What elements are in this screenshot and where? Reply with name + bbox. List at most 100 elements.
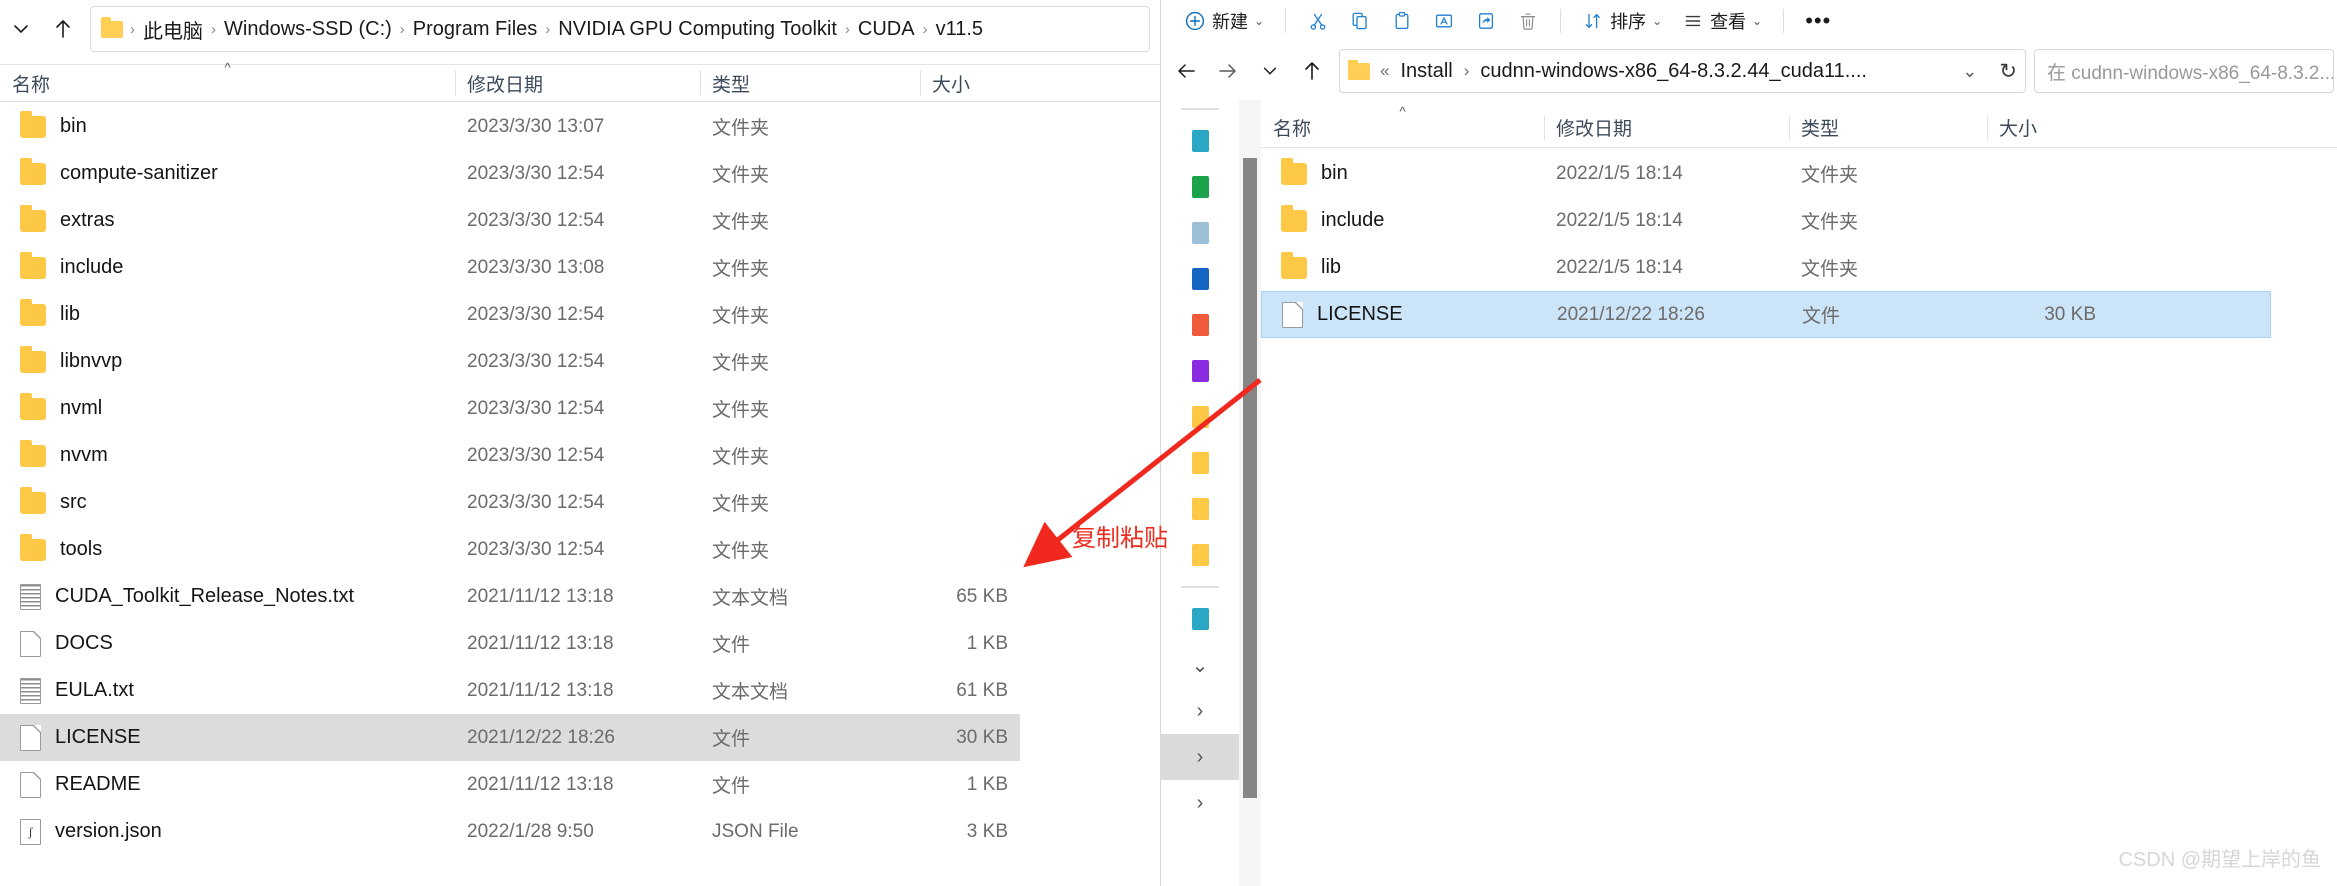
sidebar-expander-icon[interactable]: ›: [1161, 688, 1239, 734]
quick-access-item[interactable]: [1161, 118, 1239, 164]
column-header-date[interactable]: 修改日期: [1544, 108, 1789, 148]
document-item[interactable]: [1161, 210, 1239, 256]
table-row[interactable]: EULA.txt 2021/11/12 13:18 文本文档 61 KB: [0, 667, 1020, 714]
right-address-bar[interactable]: « Install › cudnn-windows-x86_64-8.3.2.4…: [1339, 49, 2026, 93]
forward-icon[interactable]: [1207, 50, 1249, 92]
orange-item[interactable]: [1161, 302, 1239, 348]
left-file-list: bin 2023/3/30 13:07 文件夹 compute-sanitizer 20…: [0, 103, 1160, 855]
folder-item-1[interactable]: [1161, 394, 1239, 440]
file-type-cell: 文件夹: [712, 541, 770, 562]
breadcrumb-item-this-pc[interactable]: 此电脑: [138, 15, 208, 44]
this-pc-item[interactable]: [1161, 596, 1239, 642]
search-input[interactable]: 在 cudnn-windows-x86_64-8.3.2...: [2034, 49, 2334, 93]
breadcrumb-item-v115[interactable]: v11.5: [931, 18, 988, 41]
folder-item-2[interactable]: [1161, 440, 1239, 486]
table-row[interactable]: lib 2022/1/5 18:14 文件夹: [1261, 244, 2271, 291]
table-row[interactable]: libnvvp 2023/3/30 12:54 文件夹: [0, 338, 1020, 385]
scrollbar-thumb[interactable]: [1243, 158, 1257, 798]
sidebar-item-icon: [1191, 314, 1209, 336]
more-options-button[interactable]: •••: [1796, 3, 1840, 39]
address-item-install[interactable]: Install: [1395, 60, 1457, 83]
folder-item-4[interactable]: [1161, 532, 1239, 578]
breadcrumb-item-cuda[interactable]: CUDA: [853, 18, 920, 41]
column-header-name[interactable]: ^ 名称: [0, 60, 455, 102]
copy-button[interactable]: [1340, 3, 1380, 39]
sort-button[interactable]: 排序 ⌄: [1573, 3, 1671, 39]
refresh-icon[interactable]: ↻: [1999, 59, 2017, 84]
file-name-label: CUDA_Toolkit_Release_Notes.txt: [55, 585, 355, 607]
address-item-cudnn[interactable]: cudnn-windows-x86_64-8.3.2.44_cuda11....: [1475, 60, 1872, 83]
paste-button[interactable]: [1382, 3, 1422, 39]
breadcrumb-item-windows-ssd[interactable]: Windows-SSD (C:): [219, 18, 397, 41]
sidebar-expander-icon[interactable]: ›: [1161, 734, 1239, 780]
new-button[interactable]: 新建 ⌄: [1175, 3, 1273, 39]
text-file-icon: [20, 583, 41, 610]
file-date-cell: 2023/3/30 12:54: [467, 397, 605, 419]
table-row[interactable]: LICENSE 2021/12/22 18:26 文件 30 KB: [0, 714, 1020, 761]
column-header-size[interactable]: 大小: [920, 64, 1020, 102]
toolbar-divider: [1560, 9, 1562, 33]
column-header-date[interactable]: 修改日期: [455, 64, 700, 102]
table-row[interactable]: include 2022/1/5 18:14 文件夹: [1261, 197, 2271, 244]
recent-locations-icon[interactable]: [1249, 50, 1291, 92]
onedrive-item[interactable]: [1161, 164, 1239, 210]
table-row[interactable]: lib 2023/3/30 12:54 文件夹: [0, 291, 1020, 338]
table-row[interactable]: ʃ version.json 2022/1/28 9:50 JSON File 3 KB: [0, 808, 1020, 855]
table-row[interactable]: bin 2022/1/5 18:14 文件夹: [1261, 150, 2271, 197]
table-row[interactable]: CUDA_Toolkit_Release_Notes.txt 2021/11/12…: [0, 573, 1020, 620]
back-icon[interactable]: [1165, 50, 1207, 92]
recent-locations-icon[interactable]: [0, 8, 42, 50]
breadcrumb-separator: ›: [211, 20, 216, 38]
table-row[interactable]: compute-sanitizer 2023/3/30 12:54 文件夹: [0, 150, 1020, 197]
copy-icon: [1349, 10, 1371, 32]
up-icon[interactable]: [1291, 50, 1333, 92]
view-button[interactable]: 查看 ⌄: [1673, 3, 1771, 39]
file-icon: [20, 724, 41, 751]
table-row[interactable]: include 2023/3/30 13:08 文件夹: [0, 244, 1020, 291]
file-name-cell: bin: [1261, 157, 1544, 185]
file-type-cell: 文件夹: [712, 494, 770, 515]
file-name-cell: include: [1261, 204, 1544, 232]
folder-item-3[interactable]: [1161, 486, 1239, 532]
purple-item[interactable]: [1161, 348, 1239, 394]
cut-button[interactable]: [1298, 3, 1338, 39]
file-name-cell: extras: [0, 204, 455, 232]
column-header-size[interactable]: 大小: [1987, 108, 2107, 148]
breadcrumb-item-program-files[interactable]: Program Files: [408, 18, 542, 41]
up-icon[interactable]: [42, 8, 84, 50]
table-row[interactable]: DOCS 2021/11/12 13:18 文件 1 KB: [0, 620, 1020, 667]
share-button[interactable]: [1466, 3, 1506, 39]
file-type-cell: 文件夹: [1801, 165, 1859, 186]
table-row[interactable]: tools 2023/3/30 12:54 文件夹: [0, 526, 1020, 573]
sidebar-scrollbar[interactable]: [1239, 100, 1261, 886]
file-name-label: nvvm: [60, 444, 108, 466]
right-toolbar: 新建 ⌄ 排序 ⌄ 查看 ⌄ •••: [1161, 0, 2337, 42]
file-type-cell: 文件: [712, 776, 751, 797]
file-icon: [20, 771, 41, 798]
table-row[interactable]: LICENSE 2021/12/22 18:26 文件 30 KB: [1261, 291, 2271, 338]
column-header-type[interactable]: 类型: [1789, 108, 1987, 148]
folder-icon: [20, 392, 46, 420]
file-type-cell: JSON File: [712, 820, 799, 842]
left-address-bar[interactable]: › 此电脑 › Windows-SSD (C:) › Program Files…: [90, 6, 1150, 52]
table-row[interactable]: extras 2023/3/30 12:54 文件夹: [0, 197, 1020, 244]
table-row[interactable]: src 2023/3/30 12:54 文件夹: [0, 479, 1020, 526]
sidebar-expander-icon[interactable]: ⌄: [1161, 642, 1239, 688]
file-name-label: DOCS: [55, 632, 113, 654]
table-row[interactable]: nvml 2023/3/30 12:54 文件夹: [0, 385, 1020, 432]
table-row[interactable]: nvvm 2023/3/30 12:54 文件夹: [0, 432, 1020, 479]
column-header-type[interactable]: 类型: [700, 64, 920, 102]
delete-button[interactable]: [1508, 3, 1548, 39]
folder-icon: [1281, 251, 1307, 279]
breadcrumb-item-nvidia-toolkit[interactable]: NVIDIA GPU Computing Toolkit: [553, 18, 842, 41]
file-name-label: lib: [1321, 256, 1342, 278]
address-dropdown-icon[interactable]: ⌄: [1962, 61, 1977, 82]
new-button-label: 新建: [1212, 12, 1248, 32]
blue-folder-item[interactable]: [1161, 256, 1239, 302]
column-header-name[interactable]: ^ 名称: [1261, 104, 1544, 148]
sidebar-expander-icon[interactable]: ›: [1161, 780, 1239, 826]
table-row[interactable]: bin 2023/3/30 13:07 文件夹: [0, 103, 1020, 150]
table-row[interactable]: README 2021/11/12 13:18 文件 1 KB: [0, 761, 1020, 808]
rename-button[interactable]: [1424, 3, 1464, 39]
file-name-label: lib: [60, 303, 81, 325]
